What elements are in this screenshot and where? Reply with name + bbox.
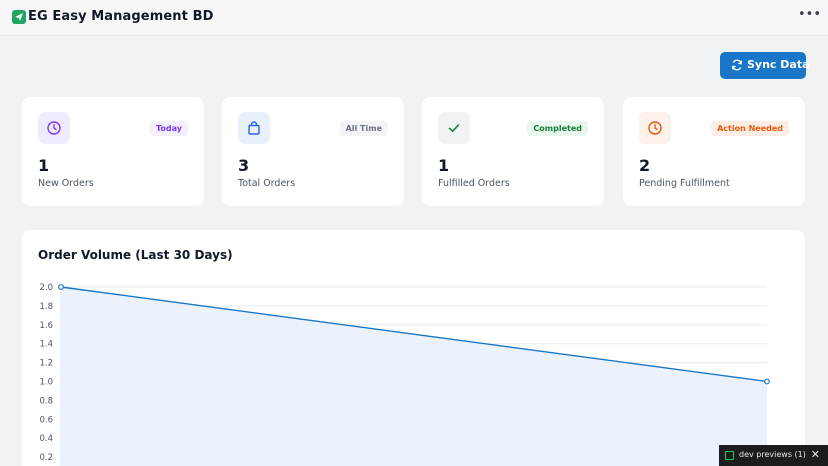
close-icon[interactable]: ✕ bbox=[811, 448, 820, 461]
stat-card-new-orders: Today 1 New Orders bbox=[22, 97, 204, 206]
y-tick-label: 0.8 bbox=[39, 396, 53, 406]
y-tick-label: 2.0 bbox=[39, 283, 53, 293]
clock-icon bbox=[38, 112, 70, 144]
stat-card-total-orders: All Time 3 Total Orders bbox=[222, 97, 404, 206]
app-title: EG Easy Management BD bbox=[28, 9, 214, 24]
shopping-bag-icon bbox=[238, 112, 270, 144]
order-volume-chart-panel: Order Volume (Last 30 Days) 2.0 1.8 1.6 1.4… bbox=[22, 230, 805, 466]
pending-fulfillment-label: Pending Fulfillment bbox=[639, 178, 730, 189]
y-tick-label: 1.8 bbox=[39, 302, 53, 312]
top-bar: EG Easy Management BD ••• bbox=[0, 0, 828, 36]
badge-completed: Completed bbox=[527, 121, 588, 136]
dev-preview-icon bbox=[725, 451, 734, 460]
y-tick-label: 1.0 bbox=[39, 378, 53, 388]
refresh-icon bbox=[731, 59, 743, 71]
badge-today: Today bbox=[150, 121, 188, 136]
y-tick-label: 1.4 bbox=[39, 340, 53, 350]
more-options-icon[interactable]: ••• bbox=[798, 8, 821, 24]
sync-data-label: Sync Data bbox=[747, 58, 810, 71]
dev-previews-label: dev previews (1) bbox=[739, 450, 806, 459]
new-orders-label: New Orders bbox=[38, 178, 94, 189]
data-point bbox=[58, 284, 64, 290]
total-orders-label: Total Orders bbox=[238, 178, 296, 189]
y-tick-label: 0.6 bbox=[39, 415, 53, 425]
badge-all-time: All Time bbox=[339, 121, 388, 136]
series-area bbox=[61, 287, 767, 466]
y-tick-label: 0.4 bbox=[39, 434, 53, 444]
pending-fulfillment-count: 2 bbox=[639, 156, 651, 175]
clock-icon bbox=[639, 112, 671, 144]
stat-card-fulfilled-orders: Completed 1 Fulfilled Orders bbox=[422, 97, 604, 206]
fulfilled-orders-label: Fulfilled Orders bbox=[438, 178, 510, 189]
check-icon bbox=[438, 112, 470, 144]
order-volume-chart: 2.0 1.8 1.6 1.4 1.2 1.0 0.8 0.6 0.4 0.2 bbox=[39, 283, 770, 466]
badge-action-needed: Action Needed bbox=[711, 121, 789, 136]
y-tick-label: 1.2 bbox=[39, 359, 53, 369]
stat-card-pending-fulfillment: Action Needed 2 Pending Fulfillment bbox=[623, 97, 805, 206]
data-point bbox=[764, 378, 770, 385]
y-tick-label: 0.2 bbox=[39, 453, 53, 463]
sync-data-button[interactable]: Sync Data bbox=[720, 52, 810, 79]
fulfilled-orders-count: 1 bbox=[438, 156, 450, 175]
new-orders-count: 1 bbox=[38, 156, 50, 175]
send-icon bbox=[12, 10, 26, 24]
y-tick-label: 1.6 bbox=[39, 321, 53, 331]
dev-previews-bar[interactable]: dev previews (1) ✕ bbox=[719, 445, 828, 466]
total-orders-count: 3 bbox=[238, 156, 250, 175]
